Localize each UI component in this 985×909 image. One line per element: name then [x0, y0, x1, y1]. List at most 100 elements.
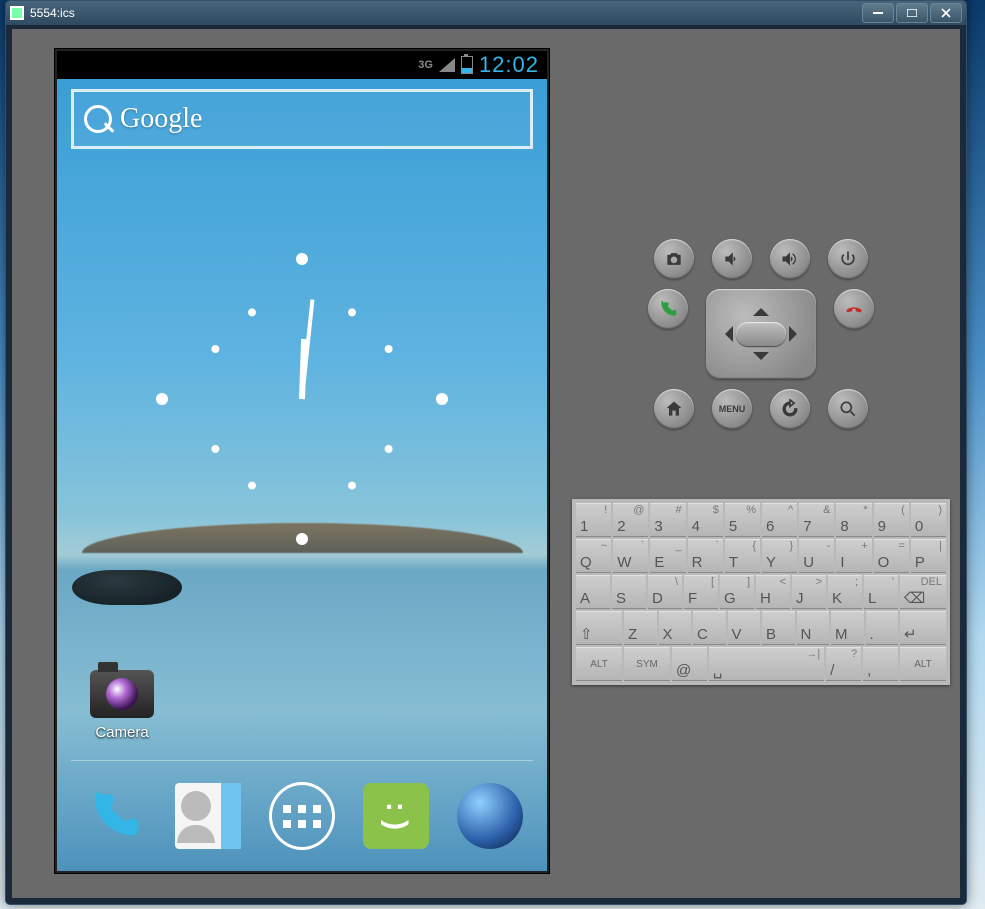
- key-E[interactable]: E_: [650, 539, 685, 573]
- key-5[interactable]: 5%: [725, 503, 760, 537]
- key-9[interactable]: 9(: [874, 503, 909, 537]
- clock-tick: [296, 533, 308, 545]
- search-button[interactable]: [828, 389, 868, 429]
- key-M[interactable]: M: [831, 611, 864, 645]
- search-icon: [838, 399, 858, 419]
- key-6[interactable]: 6^: [762, 503, 797, 537]
- dock-browser[interactable]: [457, 783, 523, 849]
- home-screen[interactable]: Google Camera: [57, 79, 547, 871]
- key-sym[interactable]: SYM: [624, 647, 670, 681]
- menu-button[interactable]: MENU: [712, 389, 752, 429]
- camera-app-shortcut[interactable]: Camera: [77, 670, 167, 741]
- key-L[interactable]: L': [864, 575, 898, 609]
- key-R[interactable]: R`: [688, 539, 723, 573]
- clock-tick: [436, 393, 448, 405]
- call-button[interactable]: [648, 289, 688, 329]
- clock-tick: [385, 345, 393, 353]
- key-F[interactable]: F[: [684, 575, 718, 609]
- key-Q[interactable]: Q~: [576, 539, 611, 573]
- key-1[interactable]: 1!: [576, 503, 611, 537]
- key-3[interactable]: 3#: [650, 503, 685, 537]
- key-2[interactable]: 2@: [613, 503, 648, 537]
- end-call-button[interactable]: [834, 289, 874, 329]
- clock-tick: [348, 482, 356, 490]
- camera-icon: [664, 249, 684, 269]
- clock-tick: [385, 445, 393, 453]
- dock-phone[interactable]: [81, 783, 147, 849]
- clock-tick: [296, 253, 308, 265]
- power-button[interactable]: [828, 239, 868, 279]
- clock-tick: [248, 308, 256, 316]
- window-title: 5554:ics: [30, 6, 860, 20]
- key-8[interactable]: 8*: [836, 503, 871, 537]
- key-U[interactable]: U-: [799, 539, 834, 573]
- client-area: 3G 12:02 Google: [12, 29, 960, 898]
- status-bar[interactable]: 3G 12:02: [57, 51, 547, 79]
- key-T[interactable]: T{: [725, 539, 760, 573]
- network-indicator: 3G: [418, 59, 433, 71]
- device-frame: 3G 12:02 Google: [55, 49, 549, 873]
- key-space[interactable]: ␣→|: [709, 647, 824, 681]
- app-icon: [10, 6, 24, 20]
- key-enter[interactable]: ↵: [900, 611, 946, 645]
- google-search-widget[interactable]: Google: [71, 89, 533, 149]
- analog-clock-widget[interactable]: [142, 239, 462, 559]
- key-alt-right[interactable]: ALT: [900, 647, 946, 681]
- clock-tick: [348, 308, 356, 316]
- key-slash[interactable]: /?: [826, 647, 861, 681]
- dock-contacts[interactable]: [175, 783, 241, 849]
- key-4[interactable]: 4$: [688, 503, 723, 537]
- minimize-button[interactable]: [862, 3, 894, 23]
- camera-icon: [90, 670, 154, 718]
- dock-messaging[interactable]: [363, 783, 429, 849]
- key-I[interactable]: I+: [836, 539, 871, 573]
- titlebar[interactable]: 5554:ics: [6, 1, 966, 25]
- dock: [57, 771, 547, 861]
- key-delete[interactable]: DEL⌫: [900, 575, 946, 609]
- key-B[interactable]: B: [762, 611, 795, 645]
- key-K[interactable]: K;: [828, 575, 862, 609]
- volume-down-icon: [722, 249, 742, 269]
- volume-down-button[interactable]: [712, 239, 752, 279]
- dpad-right-icon: [789, 326, 805, 342]
- dock-apps[interactable]: [269, 783, 335, 849]
- home-icon: [664, 399, 684, 419]
- key-7[interactable]: 7&: [799, 503, 834, 537]
- key-W[interactable]: W`: [613, 539, 648, 573]
- dpad-center[interactable]: [736, 322, 786, 346]
- key-.[interactable]: .: [866, 611, 899, 645]
- back-icon: [780, 399, 800, 419]
- key-J[interactable]: J>: [792, 575, 826, 609]
- close-button[interactable]: [930, 3, 962, 23]
- dock-divider: [71, 760, 533, 761]
- apps-grid-icon: [269, 782, 335, 850]
- key-S[interactable]: S: [612, 575, 646, 609]
- key-D[interactable]: D\: [648, 575, 682, 609]
- dpad-down-icon: [753, 352, 769, 368]
- key-N[interactable]: N: [797, 611, 830, 645]
- back-button[interactable]: [770, 389, 810, 429]
- key-shift[interactable]: ⇧: [576, 611, 622, 645]
- key-O[interactable]: O=: [874, 539, 909, 573]
- dpad[interactable]: [706, 289, 816, 379]
- maximize-button[interactable]: [896, 3, 928, 23]
- home-button[interactable]: [654, 389, 694, 429]
- key-X[interactable]: X: [659, 611, 692, 645]
- key-P[interactable]: P|: [911, 539, 946, 573]
- key-at[interactable]: @: [672, 647, 707, 681]
- key-V[interactable]: V: [728, 611, 761, 645]
- key-C[interactable]: C: [693, 611, 726, 645]
- key-0[interactable]: 0): [911, 503, 946, 537]
- key-comma[interactable]: ,: [863, 647, 898, 681]
- volume-up-button[interactable]: [770, 239, 810, 279]
- dpad-up-icon: [753, 300, 769, 316]
- key-Y[interactable]: Y}: [762, 539, 797, 573]
- key-Z[interactable]: Z: [624, 611, 657, 645]
- key-G[interactable]: G]: [720, 575, 754, 609]
- key-A[interactable]: A: [576, 575, 610, 609]
- key-H[interactable]: H<: [756, 575, 790, 609]
- emulator-window: 5554:ics 3G 12:02 Google: [5, 0, 967, 905]
- power-icon: [838, 249, 858, 269]
- camera-hw-button[interactable]: [654, 239, 694, 279]
- key-alt-left[interactable]: ALT: [576, 647, 622, 681]
